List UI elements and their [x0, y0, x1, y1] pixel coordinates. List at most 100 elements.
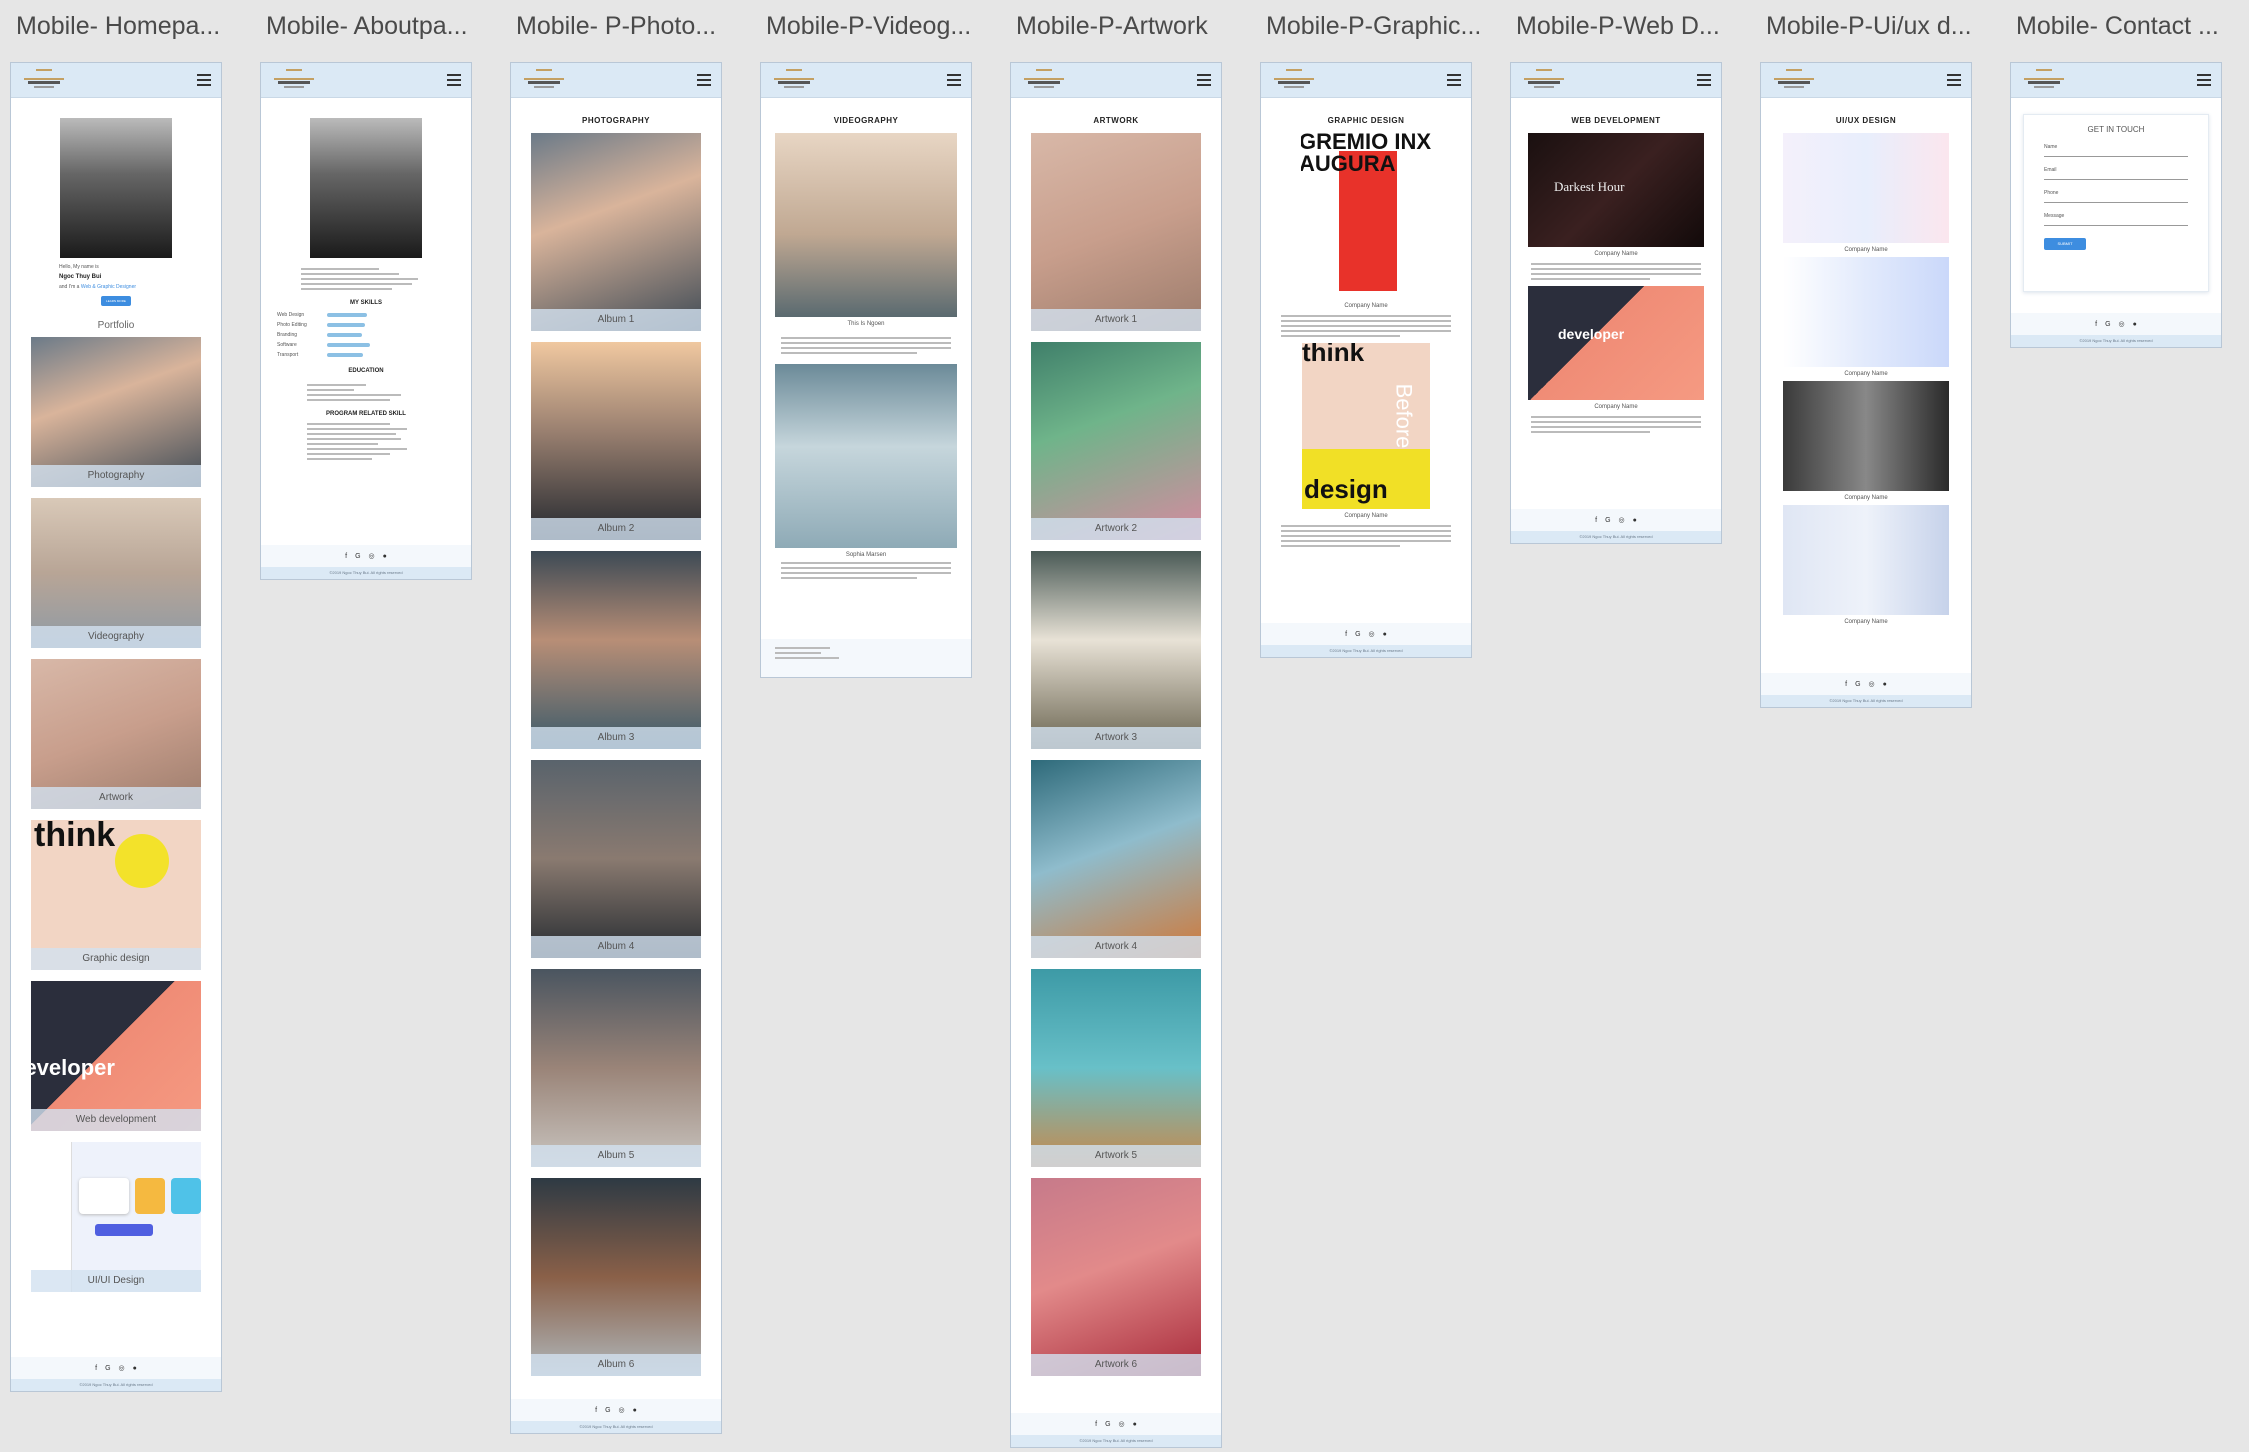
artboard-web-development[interactable]: WEB DEVELOPMENT Darkest Hour Company Nam…	[1510, 62, 1722, 544]
google-icon[interactable]: G	[1855, 681, 1860, 688]
artboard-graphic-design[interactable]: GRAPHIC DESIGN GREMIO INX AUGURA Company…	[1260, 62, 1472, 658]
portfolio-card-graphic-design[interactable]: think Graphic design	[31, 820, 201, 970]
hamburger-menu-icon[interactable]	[697, 74, 711, 86]
portfolio-card-uiux[interactable]: UI/UI Design	[31, 1142, 201, 1292]
hamburger-menu-icon[interactable]	[947, 74, 961, 86]
name-field[interactable]: Name	[2044, 144, 2188, 157]
artwork-card[interactable]: Artwork 5	[1031, 969, 1201, 1167]
instagram-icon[interactable]: ◎	[119, 1364, 125, 1372]
hamburger-menu-icon[interactable]	[1447, 74, 1461, 86]
logo[interactable]	[1272, 69, 1316, 91]
google-icon[interactable]: G	[105, 1365, 110, 1372]
facebook-icon[interactable]: f	[1845, 681, 1847, 688]
learn-more-button[interactable]: LEARN MORE	[101, 296, 131, 306]
hamburger-menu-icon[interactable]	[1197, 74, 1211, 86]
github-icon[interactable]: ●	[1883, 681, 1887, 688]
artboard-label-uiux[interactable]: Mobile-P-Ui/ux d...	[1766, 12, 1996, 41]
video-thumbnail[interactable]	[775, 364, 957, 548]
artwork-card[interactable]: Artwork 6	[1031, 1178, 1201, 1376]
facebook-icon[interactable]: f	[95, 1365, 97, 1372]
artboard-label-graphic[interactable]: Mobile-P-Graphic...	[1266, 12, 1496, 41]
logo[interactable]	[272, 69, 316, 91]
artboard-videography[interactable]: VIDEOGRAPHY This Is Ngoen Sophia Marsen	[760, 62, 972, 678]
artwork-card[interactable]: Artwork 4	[1031, 760, 1201, 958]
portfolio-card-videography[interactable]: Videography	[31, 498, 201, 648]
artboard-label-home[interactable]: Mobile- Homepa...	[16, 12, 246, 41]
artboard-label-about[interactable]: Mobile- Aboutpa...	[266, 12, 496, 41]
artboard-label-videography[interactable]: Mobile-P-Videog...	[766, 12, 996, 41]
github-icon[interactable]: ●	[133, 1365, 137, 1372]
artwork-card[interactable]: Artwork 3	[1031, 551, 1201, 749]
uiux-screenshot[interactable]	[1783, 505, 1949, 615]
website-screenshot[interactable]: developer	[1528, 286, 1704, 400]
hamburger-menu-icon[interactable]	[197, 74, 211, 86]
facebook-icon[interactable]: f	[595, 1407, 597, 1414]
github-icon[interactable]: ●	[1133, 1421, 1137, 1428]
hamburger-menu-icon[interactable]	[2197, 74, 2211, 86]
album-card[interactable]: Album 5	[531, 969, 701, 1167]
instagram-icon[interactable]: ◎	[2119, 320, 2125, 328]
logo[interactable]	[1772, 69, 1816, 91]
role-link[interactable]: Web & Graphic Designer	[81, 284, 136, 290]
instagram-icon[interactable]: ◎	[1369, 630, 1375, 638]
hamburger-menu-icon[interactable]	[1697, 74, 1711, 86]
github-icon[interactable]: ●	[2133, 321, 2137, 328]
github-icon[interactable]: ●	[383, 553, 387, 560]
album-card[interactable]: Album 6	[531, 1178, 701, 1376]
google-icon[interactable]: G	[1605, 517, 1610, 524]
facebook-icon[interactable]: f	[2095, 321, 2097, 328]
email-field[interactable]: Email	[2044, 167, 2188, 180]
portfolio-card-photography[interactable]: Photography	[31, 337, 201, 487]
logo[interactable]	[22, 69, 66, 91]
video-thumbnail[interactable]	[775, 133, 957, 317]
submit-button[interactable]: SUBMIT	[2044, 238, 2086, 250]
portfolio-card-artwork[interactable]: Artwork	[31, 659, 201, 809]
github-icon[interactable]: ●	[1633, 517, 1637, 524]
artboard-uiux[interactable]: UI/UX DESIGN Company Name Company Name C…	[1760, 62, 1972, 708]
logo[interactable]	[522, 69, 566, 91]
portfolio-card-web-development[interactable]: developer Web development	[31, 981, 201, 1131]
facebook-icon[interactable]: f	[1345, 631, 1347, 638]
phone-field[interactable]: Phone	[2044, 190, 2188, 203]
message-field[interactable]: Message	[2044, 213, 2188, 226]
google-icon[interactable]: G	[1105, 1421, 1110, 1428]
artboard-contact[interactable]: GET IN TOUCH Name Email Phone Message SU…	[2010, 62, 2222, 348]
poster-image[interactable]: GREMIO INX AUGURA	[1301, 133, 1431, 299]
github-icon[interactable]: ●	[1383, 631, 1387, 638]
album-card[interactable]: Album 2	[531, 342, 701, 540]
instagram-icon[interactable]: ◎	[1869, 680, 1875, 688]
album-card[interactable]: Album 1	[531, 133, 701, 331]
artboard-label-contact[interactable]: Mobile- Contact ...	[2016, 12, 2246, 41]
hamburger-menu-icon[interactable]	[1947, 74, 1961, 86]
logo[interactable]	[772, 69, 816, 91]
google-icon[interactable]: G	[2105, 321, 2110, 328]
google-icon[interactable]: G	[605, 1407, 610, 1414]
artboard-photography[interactable]: PHOTOGRAPHY Album 1 Album 2 Album 3 Albu…	[510, 62, 722, 1434]
google-icon[interactable]: G	[355, 553, 360, 560]
facebook-icon[interactable]: f	[345, 553, 347, 560]
artboard-about[interactable]: MY SKILLS Web Design Photo Editing Brand…	[260, 62, 472, 580]
artwork-card[interactable]: Artwork 1	[1031, 133, 1201, 331]
instagram-icon[interactable]: ◎	[1119, 1420, 1125, 1428]
artboard-label-photography[interactable]: Mobile- P-Photo...	[516, 12, 746, 41]
logo[interactable]	[2022, 69, 2066, 91]
artwork-card[interactable]: Artwork 2	[1031, 342, 1201, 540]
logo[interactable]	[1022, 69, 1066, 91]
uiux-screenshot[interactable]	[1783, 257, 1949, 367]
instagram-icon[interactable]: ◎	[369, 552, 375, 560]
album-card[interactable]: Album 3	[531, 551, 701, 749]
logo[interactable]	[1522, 69, 1566, 91]
artboard-home[interactable]: Hello, My name is Ngoc Thuy Bui and I'm …	[10, 62, 222, 1392]
website-screenshot[interactable]: Darkest Hour	[1528, 133, 1704, 247]
instagram-icon[interactable]: ◎	[1619, 516, 1625, 524]
facebook-icon[interactable]: f	[1095, 1421, 1097, 1428]
artboard-label-webdev[interactable]: Mobile-P-Web D...	[1516, 12, 1746, 41]
uiux-screenshot[interactable]	[1783, 381, 1949, 491]
hamburger-menu-icon[interactable]	[447, 74, 461, 86]
artboard-artwork[interactable]: ARTWORK Artwork 1 Artwork 2 Artwork 3 Ar…	[1010, 62, 1222, 1448]
facebook-icon[interactable]: f	[1595, 517, 1597, 524]
github-icon[interactable]: ●	[633, 1407, 637, 1414]
artboard-label-artwork[interactable]: Mobile-P-Artwork	[1016, 12, 1246, 41]
poster-image[interactable]: think Before design	[1302, 343, 1430, 509]
album-card[interactable]: Album 4	[531, 760, 701, 958]
